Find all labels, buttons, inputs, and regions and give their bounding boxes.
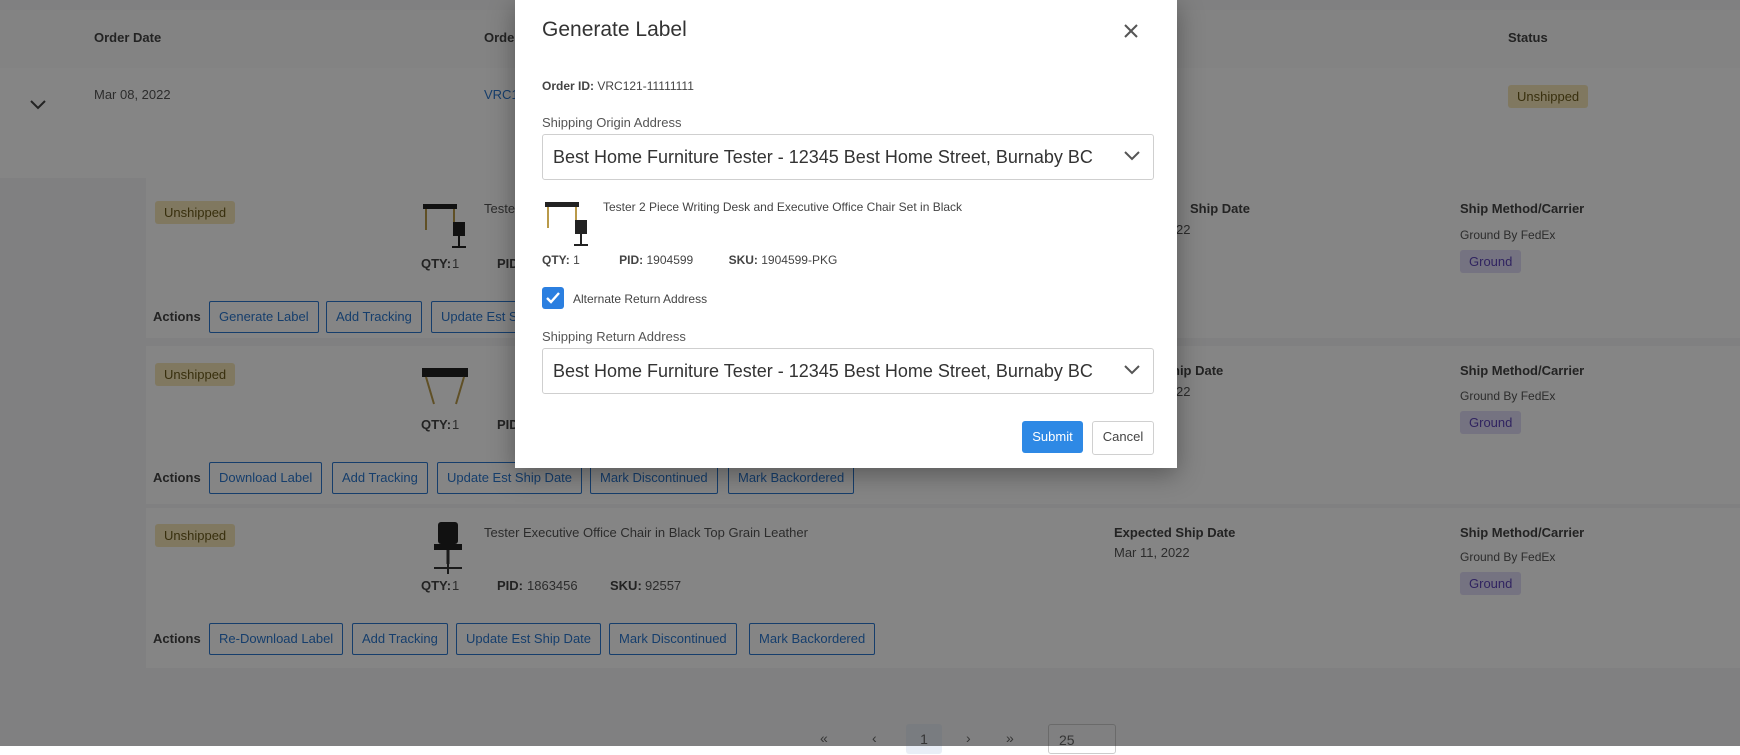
order-id-label: Order ID: [542, 79, 595, 93]
sku-label: SKU: [728, 253, 758, 267]
sku-value: 1904599-PKG [761, 253, 838, 267]
modal-title: Generate Label [542, 18, 687, 41]
cancel-button[interactable]: Cancel [1092, 421, 1154, 455]
origin-address-value: Best Home Furniture Tester - 12345 Best … [553, 147, 1093, 167]
origin-address-select[interactable]: Best Home Furniture Tester - 12345 Best … [542, 134, 1154, 180]
submit-button[interactable]: Submit [1022, 421, 1083, 453]
chevron-down-icon [1124, 365, 1140, 375]
alternate-return-label[interactable]: Alternate Return Address [573, 292, 707, 306]
order-id-line: Order ID: VRC121-11111111 [542, 79, 694, 93]
pid-label: PID: [619, 253, 644, 267]
close-icon[interactable] [1120, 20, 1142, 42]
pid-value: 1904599 [646, 253, 694, 267]
origin-address-label: Shipping Origin Address [542, 115, 682, 130]
order-id-value: VRC121-11111111 [597, 79, 694, 93]
product-meta: QTY: 1 PID: 1904599 SKU: 1904599-PKG [542, 253, 837, 267]
check-icon [546, 292, 560, 304]
product-name: Tester 2 Piece Writing Desk and Executiv… [603, 200, 963, 214]
generate-label-modal: Generate Label Order ID: VRC121-11111111… [515, 0, 1177, 468]
qty-label: QTY: [542, 253, 570, 267]
product-thumbnail-icon [545, 202, 588, 246]
chevron-down-icon [1124, 151, 1140, 161]
return-address-label: Shipping Return Address [542, 329, 686, 344]
return-address-select[interactable]: Best Home Furniture Tester - 12345 Best … [542, 348, 1154, 394]
alternate-return-checkbox[interactable] [542, 287, 564, 309]
return-address-value: Best Home Furniture Tester - 12345 Best … [553, 361, 1093, 381]
qty-value: 1 [573, 253, 580, 267]
